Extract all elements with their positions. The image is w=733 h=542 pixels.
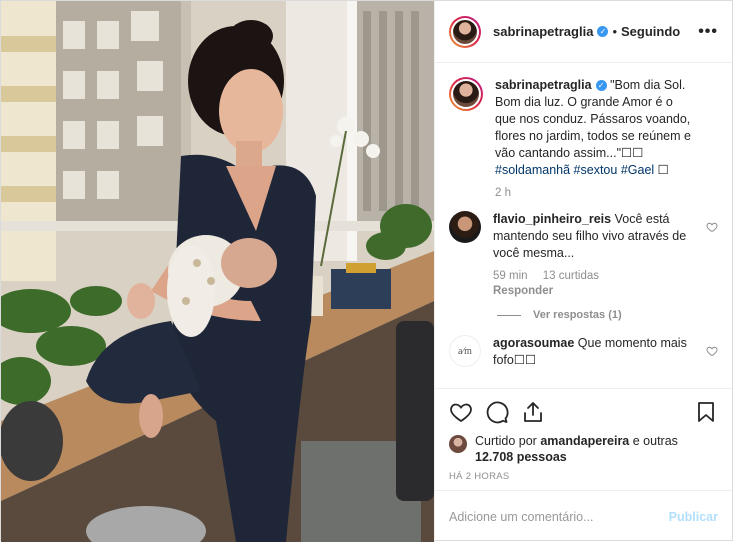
- comment-like-heart-icon[interactable]: [706, 345, 718, 357]
- comment-icon[interactable]: [485, 400, 509, 424]
- caption-body: sabrinapetraglia ✓ "Bom dia Sol. Bom dia …: [495, 77, 718, 201]
- hashtag-sextou[interactable]: #sextou: [574, 163, 618, 177]
- divider-line: [497, 314, 521, 316]
- hashtag-soldamanha[interactable]: #soldamanhã: [495, 163, 570, 177]
- avatar-image: [453, 19, 477, 44]
- author-username[interactable]: sabrinapetraglia: [493, 24, 593, 39]
- more-options-icon[interactable]: •••: [698, 23, 718, 41]
- comment-item: flavio_pinheiro_reis Você está mantendo …: [449, 211, 718, 299]
- caption-username[interactable]: sabrinapetraglia: [495, 78, 592, 92]
- post-header: sabrinapetraglia ✓ • Seguindo •••: [435, 1, 732, 63]
- comment-body: agorasoumae Que momento mais fofo☐☐: [493, 335, 718, 369]
- action-icons: [449, 397, 718, 427]
- liker-avatar[interactable]: [449, 435, 467, 453]
- following-button[interactable]: Seguindo: [621, 24, 680, 39]
- caption-avatar[interactable]: [449, 77, 483, 111]
- heart-icon[interactable]: [449, 400, 473, 424]
- author-avatar[interactable]: [449, 15, 481, 48]
- caption-time[interactable]: 2 h: [495, 187, 511, 199]
- publish-button[interactable]: Publicar: [669, 510, 718, 524]
- verified-badge-icon: ✓: [597, 26, 609, 37]
- verified-badge-icon: ✓: [595, 80, 607, 91]
- post-photo[interactable]: [1, 1, 434, 542]
- post-timestamp[interactable]: HÁ 2 HORAS: [449, 471, 718, 482]
- add-comment-bar: Publicar: [435, 490, 732, 542]
- caption-meta: 2 h: [495, 186, 696, 201]
- view-replies-button[interactable]: Ver respostas (1): [497, 309, 718, 321]
- likes-prefix: Curtido por: [475, 434, 537, 448]
- separator-dot: •: [612, 24, 617, 39]
- comment-like-heart-icon[interactable]: [706, 221, 718, 233]
- likes-count[interactable]: 12.708 pessoas: [475, 450, 567, 464]
- likes-summary: Curtido por amandapereira e outras 12.70…: [449, 433, 718, 465]
- likes-text: Curtido por amandapereira e outras 12.70…: [475, 433, 718, 465]
- view-replies-label: Ver respostas (1): [533, 309, 622, 321]
- caption-end: ☐: [654, 163, 669, 177]
- bookmark-icon[interactable]: [694, 400, 718, 424]
- liker-username[interactable]: amandapereira: [540, 434, 629, 448]
- hashtag-gael[interactable]: #Gael: [621, 163, 654, 177]
- comment-username[interactable]: flavio_pinheiro_reis: [493, 212, 611, 226]
- comment-body: flavio_pinheiro_reis Você está mantendo …: [493, 211, 718, 299]
- instagram-post: sabrinapetraglia ✓ • Seguindo ••• sabrin…: [0, 0, 733, 542]
- reply-button[interactable]: Responder: [493, 284, 684, 299]
- share-icon[interactable]: [521, 400, 545, 424]
- comment-meta: 59 min 13 curtidas Responder: [493, 269, 696, 299]
- likes-middle: e outras: [632, 434, 678, 448]
- photo-illustration: [1, 1, 434, 542]
- comment-input[interactable]: [449, 509, 669, 524]
- comment-username[interactable]: agorasoumae: [493, 336, 574, 350]
- comments-section[interactable]: sabrinapetraglia ✓ "Bom dia Sol. Bom dia …: [435, 63, 732, 388]
- comment-time[interactable]: 59 min: [493, 270, 528, 282]
- commenter-avatar[interactable]: [449, 211, 481, 243]
- commenter-avatar[interactable]: a⁄m: [449, 335, 481, 367]
- caption: sabrinapetraglia ✓ "Bom dia Sol. Bom dia …: [449, 77, 718, 201]
- comment-item: a⁄m agorasoumae Que momento mais fofo☐☐: [449, 335, 718, 369]
- post-side-panel: sabrinapetraglia ✓ • Seguindo ••• sabrin…: [434, 1, 732, 542]
- post-actions: Curtido por amandapereira e outras 12.70…: [435, 388, 732, 490]
- comment-likes[interactable]: 13 curtidas: [543, 270, 599, 282]
